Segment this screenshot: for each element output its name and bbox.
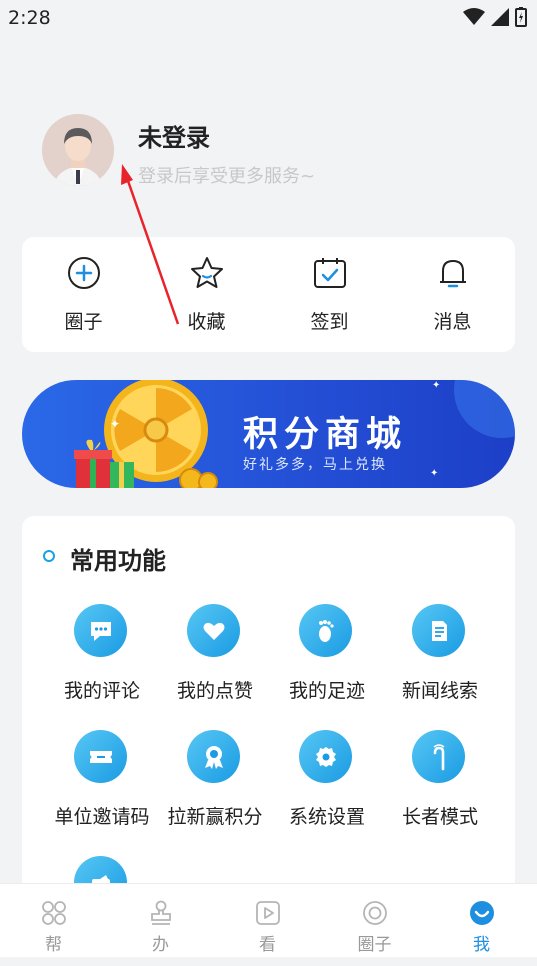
- login-status-title[interactable]: 未登录: [138, 118, 210, 153]
- cane-icon: [412, 730, 465, 783]
- func-elder-mode[interactable]: 长者模式: [384, 730, 496, 840]
- heart-icon: [187, 604, 240, 657]
- points-mall-banner[interactable]: ✦ ✦ ✦ 积分商城 好礼多多，马上兑换: [22, 380, 515, 488]
- func-label: 我的评论: [63, 680, 140, 702]
- tab-label: 看: [259, 935, 276, 955]
- quick-action-messages[interactable]: 消息: [391, 237, 514, 352]
- func-invite-earn-points[interactable]: 拉新赢积分: [159, 730, 271, 840]
- grid-icon: [42, 901, 66, 925]
- circle-icon: [363, 901, 387, 925]
- badge-icon: [187, 730, 240, 783]
- footprint-icon: [299, 604, 352, 657]
- func-label: 拉新赢积分: [167, 806, 263, 828]
- func-news-tips[interactable]: 新闻线索: [384, 604, 496, 714]
- func-label: 长者模式: [401, 806, 478, 828]
- quick-action-label: 消息: [433, 311, 472, 333]
- play-icon: [256, 901, 280, 925]
- status-icons: [463, 7, 527, 27]
- login-hint[interactable]: 登录后享受更多服务~: [138, 162, 315, 188]
- quick-action-favorites[interactable]: 收藏: [145, 237, 268, 352]
- section-title: 常用功能: [70, 547, 166, 575]
- tab-help[interactable]: 帮: [0, 884, 107, 957]
- func-my-footprints[interactable]: 我的足迹: [271, 604, 383, 714]
- avatar[interactable]: [42, 114, 114, 186]
- tab-service[interactable]: 办: [107, 884, 214, 957]
- func-label: 我的点赞: [176, 680, 253, 702]
- comment-icon: [74, 604, 127, 657]
- func-label: 单位邀请码: [54, 806, 150, 828]
- svg-text:✦: ✦: [110, 417, 120, 431]
- quick-action-label: 收藏: [187, 311, 226, 333]
- banner-subtitle: 好礼多多，马上兑换: [243, 457, 387, 473]
- quick-action-label: 圈子: [64, 311, 103, 333]
- func-my-likes[interactable]: 我的点赞: [159, 604, 271, 714]
- document-icon: [412, 604, 465, 657]
- quick-actions-card: 圈子 收藏 签到 消息: [22, 237, 515, 352]
- star-icon: [191, 257, 223, 288]
- quick-action-circle[interactable]: 圈子: [22, 237, 145, 352]
- gear-icon: [299, 730, 352, 783]
- func-label: 我的足迹: [288, 680, 365, 702]
- func-system-settings[interactable]: 系统设置: [271, 730, 383, 840]
- func-unit-invite-code[interactable]: 单位邀请码: [46, 730, 158, 840]
- stamp-icon: [151, 900, 171, 925]
- bell-icon: [440, 260, 466, 288]
- tab-watch[interactable]: 看: [214, 884, 321, 957]
- common-functions-card: 常用功能 我的评论 我的点赞 我的足迹 新闻线索 单位邀请码 拉新赢积分 系统设…: [22, 516, 515, 936]
- signal-icon: [491, 8, 509, 26]
- battery-icon: [515, 7, 527, 27]
- section-dot-icon: [43, 550, 55, 562]
- quick-action-checkin[interactable]: 签到: [268, 237, 391, 352]
- func-my-comments[interactable]: 我的评论: [46, 604, 158, 714]
- tab-label: 圈子: [357, 935, 392, 955]
- default-avatar-icon: [42, 114, 114, 186]
- func-label: 系统设置: [288, 806, 365, 828]
- calendar-check-icon: [314, 258, 346, 288]
- quick-action-label: 签到: [310, 311, 349, 333]
- banner-title: 积分商城: [243, 415, 408, 455]
- plus-circle-icon: [68, 257, 100, 289]
- profile-header[interactable]: 未登录 登录后享受更多服务~: [42, 114, 502, 194]
- status-bar: 2:28: [0, 0, 537, 36]
- smile-icon: [470, 901, 494, 925]
- func-label: 新闻线索: [401, 680, 478, 702]
- tab-circle[interactable]: 圈子: [321, 884, 428, 957]
- bottom-tab-bar: 帮 办 看 圈子 我: [0, 883, 537, 957]
- svg-text:✦: ✦: [430, 468, 438, 479]
- tab-label: 我: [473, 935, 490, 955]
- tab-me[interactable]: 我: [428, 884, 535, 957]
- tab-label: 办: [152, 935, 169, 955]
- tab-label: 帮: [45, 935, 62, 955]
- ticket-icon: [74, 730, 127, 783]
- wifi-icon: [463, 8, 485, 25]
- status-time: 2:28: [8, 7, 51, 29]
- svg-text:✦: ✦: [432, 380, 440, 391]
